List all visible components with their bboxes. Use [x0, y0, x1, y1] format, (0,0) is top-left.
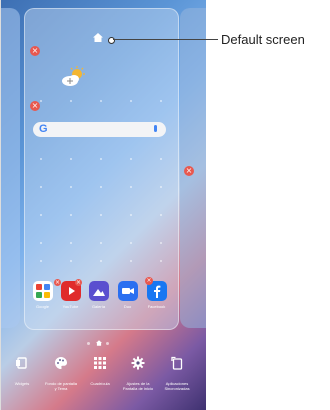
grid-dot [70, 158, 72, 160]
app-facebook[interactable]: Facebook [146, 281, 167, 309]
gallery-icon [88, 281, 109, 301]
google-folder-icon [32, 281, 53, 301]
grid-dot [40, 214, 42, 216]
mic-icon[interactable] [154, 125, 157, 132]
grid-dot [130, 214, 132, 216]
grid-button[interactable]: Cuadrícula [83, 356, 117, 386]
grid-dot [130, 100, 132, 102]
home-page-preview-left[interactable] [0, 8, 20, 328]
grid-dot [70, 186, 72, 188]
sync-apps-icon [171, 356, 183, 370]
grid-dot [160, 158, 162, 160]
widgets-button[interactable]: Widgets [5, 356, 39, 386]
grid-dot [130, 260, 132, 262]
remove-app-icon[interactable]: × [145, 277, 153, 285]
grid-dot [130, 186, 132, 188]
app-label: Google [36, 304, 49, 309]
remove-page-icon[interactable]: × [30, 46, 40, 56]
widgets-icon [16, 357, 27, 369]
phone-screen: × × × G Google YouTube Galería Duo Faceb… [0, 0, 206, 410]
grid-dot [40, 242, 42, 244]
grid-dot [130, 242, 132, 244]
grid-dot [100, 100, 102, 102]
grid-dot [100, 242, 102, 244]
app-label: Duo [123, 304, 132, 309]
synced-apps-label: Aplicaciones Sincronizadas [164, 381, 190, 391]
remove-widget-icon[interactable]: × [184, 166, 194, 176]
grid-label: Cuadrícula [90, 381, 110, 386]
app-label: Galería [91, 304, 106, 309]
google-logo: G [39, 123, 48, 135]
grid-dot [100, 158, 102, 160]
grid-dot [100, 214, 102, 216]
grid-dot [40, 100, 42, 102]
palette-icon [55, 357, 67, 369]
callout-default-screen: Default screen [221, 32, 305, 47]
home-icon[interactable] [93, 33, 103, 42]
grid-dot [40, 260, 42, 262]
app-google-folder[interactable]: Google [32, 281, 53, 309]
grid-dot [40, 158, 42, 160]
app-label: YouTube [62, 304, 79, 309]
remove-app-icon[interactable]: × [54, 279, 61, 286]
callout-leader-line [113, 39, 218, 40]
app-duo[interactable]: Duo [117, 281, 138, 309]
home-settings-label: Ajustes de la Pantalla de inicio [122, 381, 154, 391]
grid-dot [100, 186, 102, 188]
app-label: Facebook [147, 304, 166, 309]
grid-dot [40, 186, 42, 188]
app-gallery[interactable]: Galería [88, 281, 109, 309]
gear-icon [131, 356, 145, 370]
grid-icon [94, 357, 106, 369]
synced-apps-button[interactable]: Aplicaciones Sincronizadas [160, 356, 194, 391]
remove-app-icon[interactable]: × [75, 279, 82, 286]
grid-dot [130, 158, 132, 160]
wallpaper-theme-button[interactable]: Fondo de pantalla y Tema [44, 356, 78, 391]
wallpaper-theme-label: Fondo de pantalla y Tema [44, 381, 78, 391]
widgets-label: Widgets [14, 381, 30, 386]
grid-dot [160, 214, 162, 216]
home-page-indicator-icon [96, 340, 102, 346]
grid-dot [160, 260, 162, 262]
grid-dot [70, 242, 72, 244]
home-settings-button[interactable]: Ajustes de la Pantalla de inicio [121, 356, 155, 391]
grid-dot [70, 100, 72, 102]
remove-widget-icon[interactable]: × [30, 101, 40, 111]
duo-icon [117, 281, 138, 301]
grid-dot [100, 260, 102, 262]
grid-dot [160, 242, 162, 244]
grid-dot [70, 214, 72, 216]
grid-dot [160, 186, 162, 188]
page-indicator[interactable] [85, 340, 115, 346]
grid-dot [160, 100, 162, 102]
google-search-bar[interactable]: G [33, 122, 166, 137]
grid-dot [70, 260, 72, 262]
weather-widget-icon[interactable] [60, 66, 86, 88]
